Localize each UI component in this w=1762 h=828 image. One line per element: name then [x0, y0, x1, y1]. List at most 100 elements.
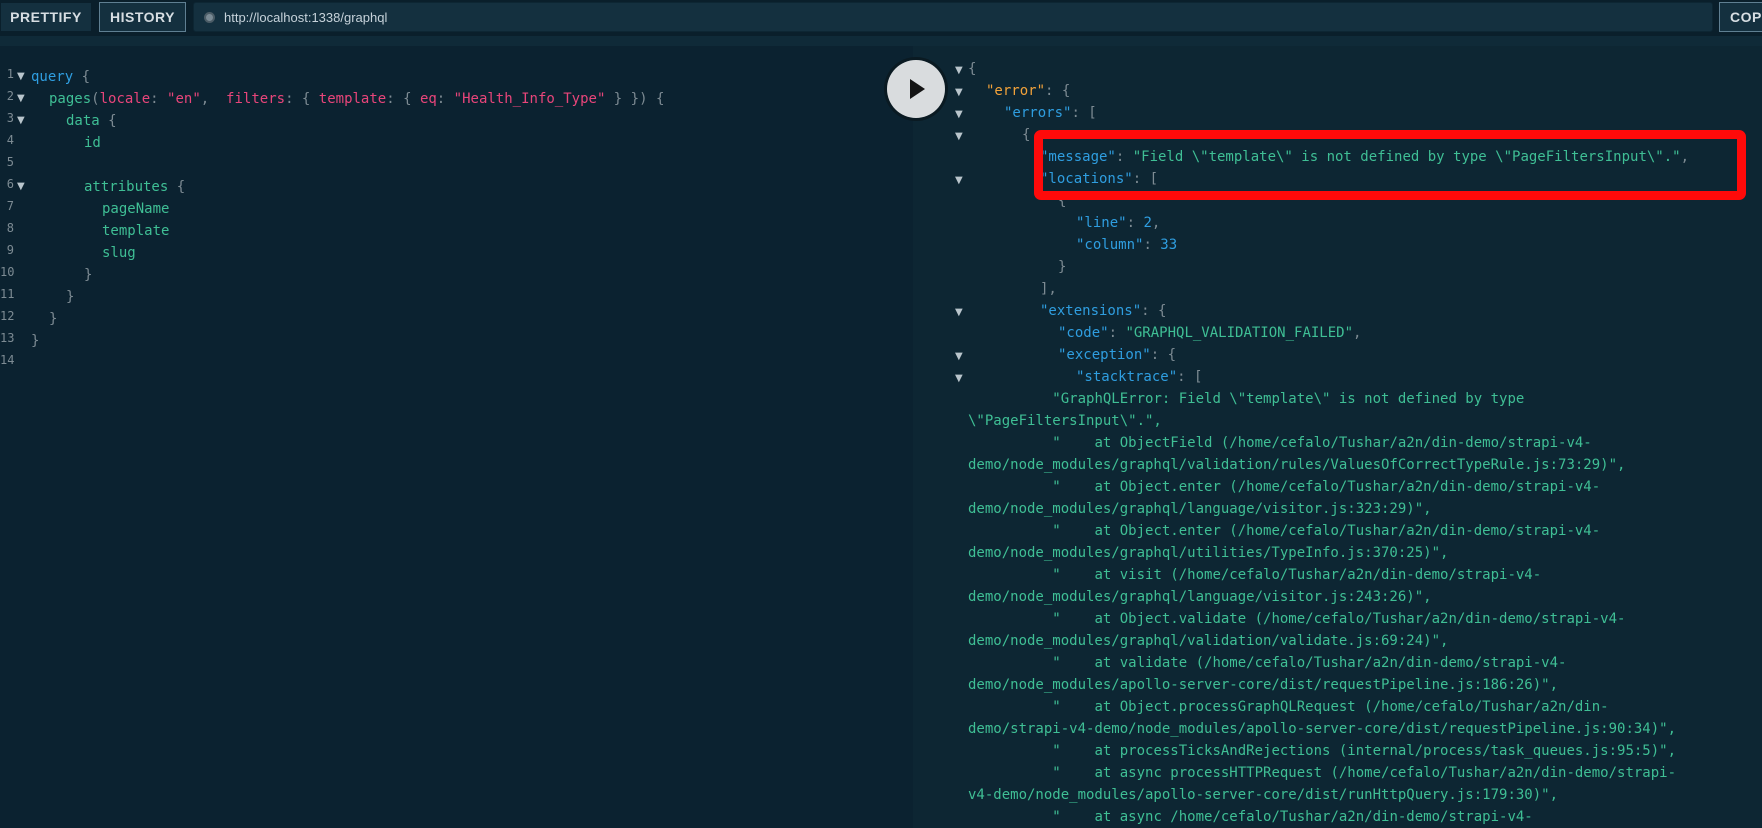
- stacktrace-line: demo/node_modules/graphql/validation/val…: [968, 630, 1448, 652]
- stacktrace-text: " at ObjectField (/home/cefalo/Tushar/a2…: [1052, 435, 1592, 451]
- stacktrace-indent: [968, 699, 1052, 715]
- stacktrace-line: " at Object.enter (/home/cefalo/Tushar/a…: [968, 520, 1600, 542]
- stacktrace-text: v4-demo/node_modules/apollo-server-core/…: [968, 787, 1559, 803]
- fold-arrow-icon[interactable]: ▼: [955, 175, 963, 186]
- stacktrace-text: " at async /home/cefalo/Tushar/a2n/din-d…: [1052, 809, 1533, 825]
- stacktrace-line: " at Object.processGraphQLRequest (/home…: [968, 696, 1609, 718]
- fold-arrow-icon[interactable]: ▼: [17, 181, 25, 192]
- stacktrace-text: \"PageFiltersInput\".",: [968, 413, 1162, 429]
- code-line: pageName: [102, 201, 170, 217]
- stacktrace-text: "GraphQLError: Field \"template\" is not…: [1052, 391, 1525, 407]
- stacktrace-line: demo/node_modules/graphql/validation/rul…: [968, 454, 1625, 476]
- json-key: "line": [1076, 215, 1127, 231]
- code-line: }: [66, 289, 75, 305]
- json-key: "errors": [1004, 105, 1072, 121]
- code-line: id: [84, 135, 101, 151]
- stacktrace-indent: [968, 391, 1052, 407]
- stacktrace-text: " at Object.processGraphQLRequest (/home…: [1052, 699, 1609, 715]
- fold-arrow-icon[interactable]: ▼: [955, 87, 963, 98]
- line-number: 4: [6, 133, 14, 147]
- stacktrace-line: \"PageFiltersInput\".",: [968, 410, 1162, 432]
- stacktrace-line: " at processTicksAndRejections (internal…: [968, 740, 1676, 762]
- code-line: query {: [31, 69, 91, 85]
- stacktrace-text: demo/node_modules/graphql/validation/val…: [968, 633, 1449, 649]
- json-key: "column": [1076, 237, 1144, 253]
- line-number: 3: [6, 111, 14, 125]
- json-brace: }: [1058, 259, 1067, 275]
- json-key: "extensions": [1040, 303, 1142, 319]
- history-button[interactable]: HISTORY: [99, 2, 186, 32]
- line-number: 1: [6, 67, 14, 81]
- fold-arrow-icon[interactable]: ▼: [17, 71, 25, 82]
- stacktrace-line: demo/node_modules/graphql/language/visit…: [968, 586, 1432, 608]
- code-line: }: [31, 333, 40, 349]
- code-line: data {: [66, 113, 117, 129]
- play-icon: [910, 79, 925, 99]
- stacktrace-text: " at visit (/home/cefalo/Tushar/a2n/din-…: [1052, 567, 1542, 583]
- json-value: 33: [1160, 237, 1178, 253]
- stacktrace-text: demo/node_modules/graphql/utilities/Type…: [968, 545, 1449, 561]
- toolbar: PRETTIFY HISTORY http://localhost:1338/g…: [0, 0, 1762, 36]
- code-line: }: [49, 311, 58, 327]
- stacktrace-line: demo/node_modules/graphql/language/visit…: [968, 498, 1432, 520]
- stacktrace-indent: [968, 523, 1052, 539]
- stacktrace-indent: [968, 611, 1052, 627]
- fold-arrow-icon[interactable]: ▼: [17, 93, 25, 104]
- fold-arrow-icon[interactable]: ▼: [955, 373, 963, 384]
- line-number: 7: [6, 199, 14, 213]
- fold-arrow-icon[interactable]: ▼: [955, 109, 963, 120]
- stacktrace-text: " at Object.enter (/home/cefalo/Tushar/a…: [1052, 523, 1601, 539]
- stacktrace-line: v4-demo/node_modules/apollo-server-core/…: [968, 784, 1558, 806]
- json-key: "error": [986, 83, 1046, 99]
- fold-arrow-icon[interactable]: ▼: [955, 351, 963, 362]
- json-key: "exception": [1058, 347, 1151, 363]
- stacktrace-text: demo/node_modules/apollo-server-core/dis…: [968, 677, 1559, 693]
- prettify-button[interactable]: PRETTIFY: [0, 2, 92, 32]
- stacktrace-text: " at validate (/home/cefalo/Tushar/a2n/d…: [1052, 655, 1567, 671]
- line-number: 2: [6, 89, 14, 103]
- stacktrace-line: " at visit (/home/cefalo/Tushar/a2n/din-…: [968, 564, 1541, 586]
- json-brace: {: [968, 61, 977, 77]
- stacktrace-indent: [968, 479, 1052, 495]
- stacktrace-indent: [968, 567, 1052, 583]
- stacktrace-text: " at Object.enter (/home/cefalo/Tushar/a…: [1052, 479, 1601, 495]
- stacktrace-line: demo/node_modules/apollo-server-core/dis…: [968, 674, 1558, 696]
- code-line: template: [102, 223, 170, 239]
- stacktrace-line: demo/node_modules/graphql/utilities/Type…: [968, 542, 1448, 564]
- stacktrace-line: demo/strapi-v4-demo/node_modules/apollo-…: [968, 718, 1676, 740]
- stacktrace-text: " at Object.validate (/home/cefalo/Tusha…: [1052, 611, 1626, 627]
- json-key: "stacktrace": [1076, 369, 1178, 385]
- json-brace: {: [1022, 127, 1031, 143]
- stacktrace-line: " at ObjectField (/home/cefalo/Tushar/a2…: [968, 432, 1592, 454]
- copy-curl-button[interactable]: COP: [1719, 2, 1762, 32]
- tab-strip: [0, 36, 1762, 46]
- line-number: 12: [0, 309, 15, 323]
- line-number: 10: [0, 265, 15, 279]
- line-number: 14: [0, 353, 15, 367]
- execute-query-button[interactable]: [884, 57, 948, 121]
- fold-arrow-icon[interactable]: ▼: [955, 307, 963, 318]
- json-value: 2: [1143, 215, 1152, 231]
- fold-arrow-icon[interactable]: ▼: [955, 131, 963, 142]
- endpoint-url-input[interactable]: http://localhost:1338/graphql: [193, 2, 1713, 32]
- stacktrace-text: demo/node_modules/graphql/language/visit…: [968, 501, 1432, 517]
- connection-status-icon: [204, 11, 215, 23]
- stacktrace-line: " at async processHTTPRequest (/home/cef…: [968, 762, 1676, 784]
- stacktrace-line: " at Object.enter (/home/cefalo/Tushar/a…: [968, 476, 1600, 498]
- stacktrace-indent: [968, 743, 1052, 759]
- line-number: 8: [6, 221, 14, 235]
- code-line: pages(locale: "en", filters: { template:…: [49, 91, 665, 107]
- json-value: "GRAPHQL_VALIDATION_FAILED": [1125, 325, 1354, 341]
- stacktrace-indent: [968, 765, 1052, 781]
- stacktrace-line: "GraphQLError: Field \"template\" is not…: [968, 388, 1524, 410]
- query-editor[interactable]: [0, 46, 913, 828]
- fold-arrow-icon[interactable]: ▼: [17, 115, 25, 126]
- stacktrace-indent: [968, 809, 1052, 825]
- fold-arrow-icon[interactable]: ▼: [955, 65, 963, 76]
- code-line: }: [84, 267, 93, 283]
- stacktrace-line: " at Object.validate (/home/cefalo/Tusha…: [968, 608, 1625, 630]
- stacktrace-text: " at processTicksAndRejections (internal…: [1052, 743, 1677, 759]
- highlight-annotation-box: [1034, 130, 1746, 200]
- stacktrace-text: " at async processHTTPRequest (/home/cef…: [1052, 765, 1677, 781]
- code-line: attributes {: [84, 179, 186, 195]
